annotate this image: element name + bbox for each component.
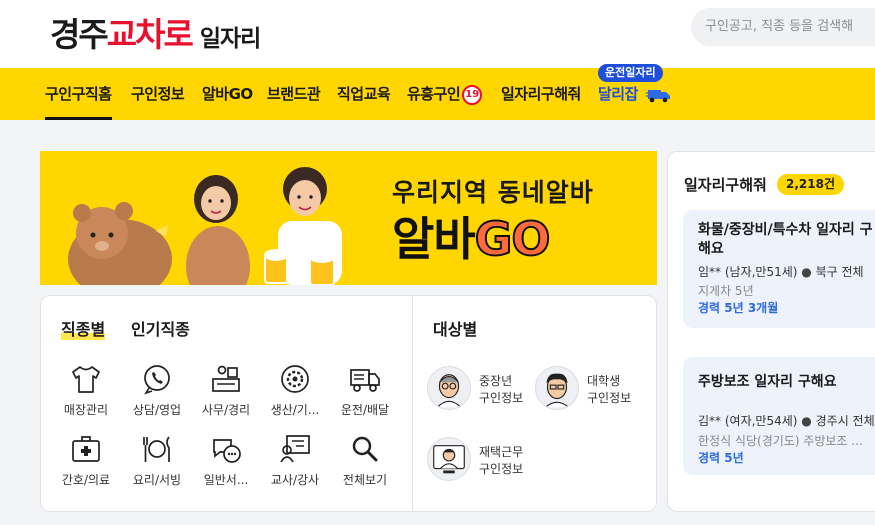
albago-banner[interactable]: 우리지역 동네알바 알바GO xyxy=(40,151,657,285)
target-sublabel: 구인정보 xyxy=(587,391,632,405)
job-seeker-meta: 임** (남자,만51세) ● 북구 전체 xyxy=(698,263,864,280)
header: 경주 교차로 일자리 구인공고, 직종 등을 검색해 xyxy=(0,0,875,68)
target-label: 재택근무 xyxy=(479,445,524,459)
nav-dalijob-label: 달리잡 xyxy=(598,85,638,103)
category-card: 직종별 인기직종 매장관리 상담/영업 사무/경리 생산/기... 운전/배달 … xyxy=(40,295,657,512)
job-seekers-title[interactable]: 일자리구해줘 xyxy=(684,174,767,195)
category-label: 일반서... xyxy=(203,473,249,487)
gear-icon xyxy=(281,365,309,393)
search-input[interactable]: 구인공고, 직종 등을 검색해 xyxy=(691,8,875,46)
office-desk-icon xyxy=(212,365,240,392)
nav-albago-label: 알바GO xyxy=(202,85,253,103)
category-label: 운전/배달 xyxy=(340,403,390,417)
adult-19-badge: 19 xyxy=(462,84,483,105)
category-store-management[interactable]: 매장관리 xyxy=(51,362,121,418)
nav-home[interactable]: 구인구직홈 xyxy=(45,68,112,120)
tab-by-occupation[interactable]: 직종별 xyxy=(61,316,106,340)
target-remote-work[interactable]: 재택근무 구인정보 xyxy=(427,437,547,483)
target-section-title: 대상별 xyxy=(433,320,478,339)
category-label: 전체보기 xyxy=(342,473,388,487)
target-label: 중장년 xyxy=(479,374,513,388)
main-nav: 구인구직홈 구인정보 알바GO 브랜드관 직업교육 유흥구인 19 일자리구해줘 … xyxy=(0,68,875,120)
category-driving-delivery[interactable]: 운전/배달 xyxy=(330,362,400,418)
banner-title: 알바GO xyxy=(392,203,552,269)
category-label: 교사/강사 xyxy=(270,473,320,487)
category-label: 간호/의료 xyxy=(61,473,111,487)
category-cooking-serving[interactable]: 요리/서빙 xyxy=(122,432,192,488)
delivery-truck-icon xyxy=(645,89,670,102)
shirt-icon xyxy=(72,366,100,393)
category-label: 생산/기... xyxy=(270,403,320,417)
search-icon xyxy=(352,436,378,462)
job-seeker-location: 북구 전체 xyxy=(815,265,864,279)
category-office[interactable]: 사무/경리 xyxy=(191,362,261,418)
category-consulting-sales[interactable]: 상담/영업 xyxy=(122,362,192,418)
job-seeker-desc: 지게차 5년 xyxy=(698,284,754,298)
job-seeker-person: 김** (여자,만54세) xyxy=(698,414,798,428)
category-nursing-medical[interactable]: 간호/의료 xyxy=(51,432,121,488)
nav-home-label: 구인구직홈 xyxy=(45,85,112,103)
nav-entertainment[interactable]: 유흥구인 19 xyxy=(407,68,483,120)
job-seeker-location: 경주시 전체 xyxy=(815,414,875,428)
banner-title-a: 알바 xyxy=(392,212,476,266)
nav-education-label: 직업교육 xyxy=(337,85,391,103)
banner-illustration xyxy=(68,167,342,285)
target-label: 대학생 xyxy=(587,374,621,388)
logo-sub: 일자리 xyxy=(199,26,261,52)
driver-jobs-tag: 운전일자리 xyxy=(598,64,663,82)
category-label: 매장관리 xyxy=(63,403,109,417)
job-seekers-count-badge: 2,218건 xyxy=(777,174,844,195)
job-seeker-desc: 한정식 식당(경기도) 주방보조 ... xyxy=(698,434,863,448)
logo-brand: 교차로 xyxy=(106,15,194,54)
nav-seeker-label: 일자리구해줘 xyxy=(501,85,581,103)
cutlery-icon xyxy=(143,436,170,462)
job-seeker-person: 임** (남자,만51세) xyxy=(698,265,798,279)
target-middle-aged[interactable]: 중장년 구인정보 xyxy=(427,366,537,412)
location-pin-icon: ● xyxy=(801,414,812,428)
teacher-board-icon xyxy=(280,435,310,463)
job-seeker-title: 화물/중장비/특수차 일자리 구해요 xyxy=(698,222,873,257)
nav-albago[interactable]: 알바GO xyxy=(202,68,253,120)
nav-education[interactable]: 직업교육 xyxy=(337,68,391,120)
category-label: 사무/경리 xyxy=(201,403,251,417)
job-seeker-card[interactable]: 화물/중장비/특수차 일자리 구해요 임** (남자,만51세) ● 북구 전체… xyxy=(683,210,875,328)
nav-job-info[interactable]: 구인정보 xyxy=(131,68,185,120)
category-label: 요리/서빙 xyxy=(132,473,182,487)
nav-entertainment-label: 유흥구인 xyxy=(407,85,461,103)
card-divider xyxy=(412,296,413,511)
job-seeker-title: 주방보조 일자리 구해요 xyxy=(698,374,837,390)
middle-aged-avatar-icon xyxy=(427,366,471,410)
job-seeker-career: 경력 5년 3개월 xyxy=(698,301,779,315)
target-sublabel: 구인정보 xyxy=(479,391,524,405)
nav-brand-label: 브랜드관 xyxy=(267,85,321,103)
logo-city: 경주 xyxy=(50,15,109,54)
location-pin-icon: ● xyxy=(801,265,812,279)
category-view-all[interactable]: 전체보기 xyxy=(330,432,400,488)
target-sublabel: 구인정보 xyxy=(479,462,524,476)
job-seekers-panel: 일자리구해줘 2,218건 화물/중장비/특수차 일자리 구해요 임** (남자… xyxy=(667,151,875,512)
category-general-service[interactable]: 일반서... xyxy=(191,432,261,488)
college-student-avatar-icon xyxy=(535,366,579,410)
chat-bubble-icon xyxy=(213,439,241,463)
site-logo[interactable]: 경주 교차로 일자리 xyxy=(50,8,261,56)
nav-seeker[interactable]: 일자리구해줘 xyxy=(501,68,581,120)
remote-work-avatar-icon xyxy=(427,437,471,481)
category-production[interactable]: 생산/기... xyxy=(260,362,330,418)
phone-icon xyxy=(144,365,170,395)
truck-icon xyxy=(350,369,380,392)
medical-kit-icon xyxy=(72,436,100,462)
nav-brand[interactable]: 브랜드관 xyxy=(267,68,321,120)
target-college-student[interactable]: 대학생 구인정보 xyxy=(535,366,645,412)
banner-title-go: GO xyxy=(474,211,552,267)
category-label: 상담/영업 xyxy=(132,403,182,417)
tab-popular-occupation[interactable]: 인기직종 xyxy=(131,316,190,340)
nav-job-info-label: 구인정보 xyxy=(131,85,185,103)
category-teacher[interactable]: 교사/강사 xyxy=(260,432,330,488)
search-placeholder: 구인공고, 직종 등을 검색해 xyxy=(705,19,854,34)
job-seeker-career: 경력 5년 xyxy=(698,451,744,465)
job-seeker-card[interactable]: 주방보조 일자리 구해요 김** (여자,만54세) ● 경주시 전체 한정식 … xyxy=(683,357,875,475)
job-seeker-meta: 김** (여자,만54세) ● 경주시 전체 xyxy=(698,412,875,429)
